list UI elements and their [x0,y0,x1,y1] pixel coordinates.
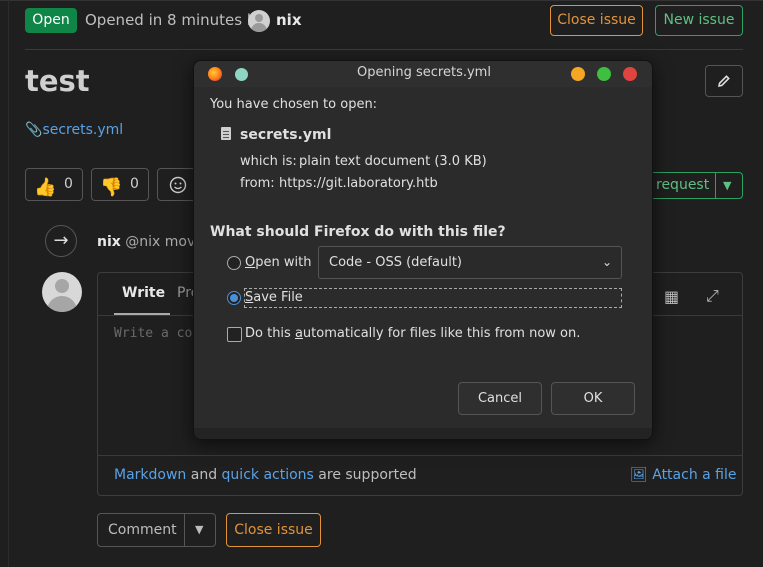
table-icon[interactable]: ▦ [664,287,679,306]
thumbs-down-icon: 👎 [100,177,123,198]
open-with-label[interactable]: Open with [245,255,311,270]
open-with-select[interactable]: Code - OSS (default) ⌄ [318,246,622,279]
close-issue-bottom-button[interactable]: Close issue [226,513,321,547]
attachment-link-label: secrets.yml [42,122,124,138]
chevron-down-icon[interactable]: ▼ [723,173,731,198]
new-issue-button[interactable]: New issue [655,5,743,36]
comment-button-label: Comment [108,522,177,538]
auto-label[interactable]: Do this automatically for files like thi… [245,326,580,341]
footer-supported: are supported [318,467,417,483]
left-rule [8,0,9,567]
quick-actions-link[interactable]: quick actions [222,467,314,483]
pencil-icon [717,75,730,88]
which-is-label: which is: [240,154,297,169]
open-with-mnemonic: O [245,255,256,270]
close-icon[interactable] [623,67,637,81]
comment-textarea[interactable]: Write a co [114,326,192,341]
auto-mnemonic: a [294,326,303,341]
auto-suffix: utomatically for files like this from no… [302,326,581,341]
save-file-radio[interactable] [227,291,241,305]
open-file-dialog: Opening secrets.yml You have chosen to o… [193,60,653,440]
cancel-button[interactable]: Cancel [458,382,542,415]
add-reaction-button[interactable] [157,168,197,201]
current-user-avatar [42,272,82,312]
chevron-down-icon[interactable]: ▼ [195,514,203,546]
split-divider [184,514,185,546]
maximize-icon[interactable] [597,67,611,81]
thumbs-down-button[interactable]: 👎 0 [91,168,149,201]
dialog-question: What should Firefox do with this file? [210,224,506,240]
auto-prefix: Do this [245,326,295,341]
from-url: https://git.laboratory.htb [279,176,438,191]
dialog-titlebar[interactable]: Opening secrets.yml [194,61,652,87]
chosen-text: You have chosen to open: [210,97,378,112]
thumbs-up-count: 0 [64,176,73,192]
opened-text: Opened in 8 minutes by [85,11,266,29]
markdown-link[interactable]: Markdown [114,467,186,483]
minimize-icon[interactable] [571,67,585,81]
attachment-link[interactable]: 📎secrets.yml [25,122,123,138]
issue-title: test [25,64,90,98]
status-badge: Open [25,8,77,33]
open-with-radio[interactable] [227,256,241,270]
tab-write[interactable]: Write [122,285,165,301]
top-border [0,0,763,1]
auto-checkbox[interactable] [227,327,242,342]
file-icon [221,127,231,140]
open-with-app: Code - OSS (default) [329,255,462,270]
dialog-bottom-strip [194,428,652,439]
thumbs-up-button[interactable]: 👍 0 [25,168,83,201]
header-divider [25,49,743,50]
smile-icon [169,176,187,194]
paperclip-icon: 📎 [25,122,43,138]
comment-button[interactable]: Comment ▼ [97,513,216,547]
edit-title-button[interactable] [705,65,743,97]
file-type: plain text document (3.0 KB) [299,154,487,169]
from-label: from: [240,176,275,191]
author-name[interactable]: nix [276,11,302,29]
split-divider [715,173,716,198]
note-handle: @nix [125,234,161,250]
image-icon: 🖼 [630,467,648,483]
merge-request-label: request [656,177,710,193]
save-file-text: ave File [253,290,303,305]
ok-button[interactable]: OK [551,382,635,415]
author-avatar[interactable] [248,10,270,32]
open-with-text: pen with [255,255,312,270]
save-file-label[interactable]: Save File [245,290,303,305]
create-merge-request-button[interactable]: request ▼ [645,172,743,199]
attach-file-label: Attach a file [652,467,737,483]
note-author[interactable]: nix [97,234,121,250]
editor-footer-divider [98,455,742,456]
file-name: secrets.yml [240,127,332,143]
expand-icon[interactable]: ⤢ [706,286,719,306]
arrow-right-icon: → [45,225,77,257]
thumbs-up-icon: 👍 [34,177,57,198]
chevron-down-icon: ⌄ [601,255,612,269]
editor-footer: Markdown and quick actions are supported [114,467,417,483]
footer-and: and [190,467,218,483]
thumbs-down-count: 0 [130,176,139,192]
close-issue-button[interactable]: Close issue [550,5,643,36]
system-note: nix @nix move [97,234,204,250]
attach-file-button[interactable]: 🖼 Attach a file [630,467,737,483]
